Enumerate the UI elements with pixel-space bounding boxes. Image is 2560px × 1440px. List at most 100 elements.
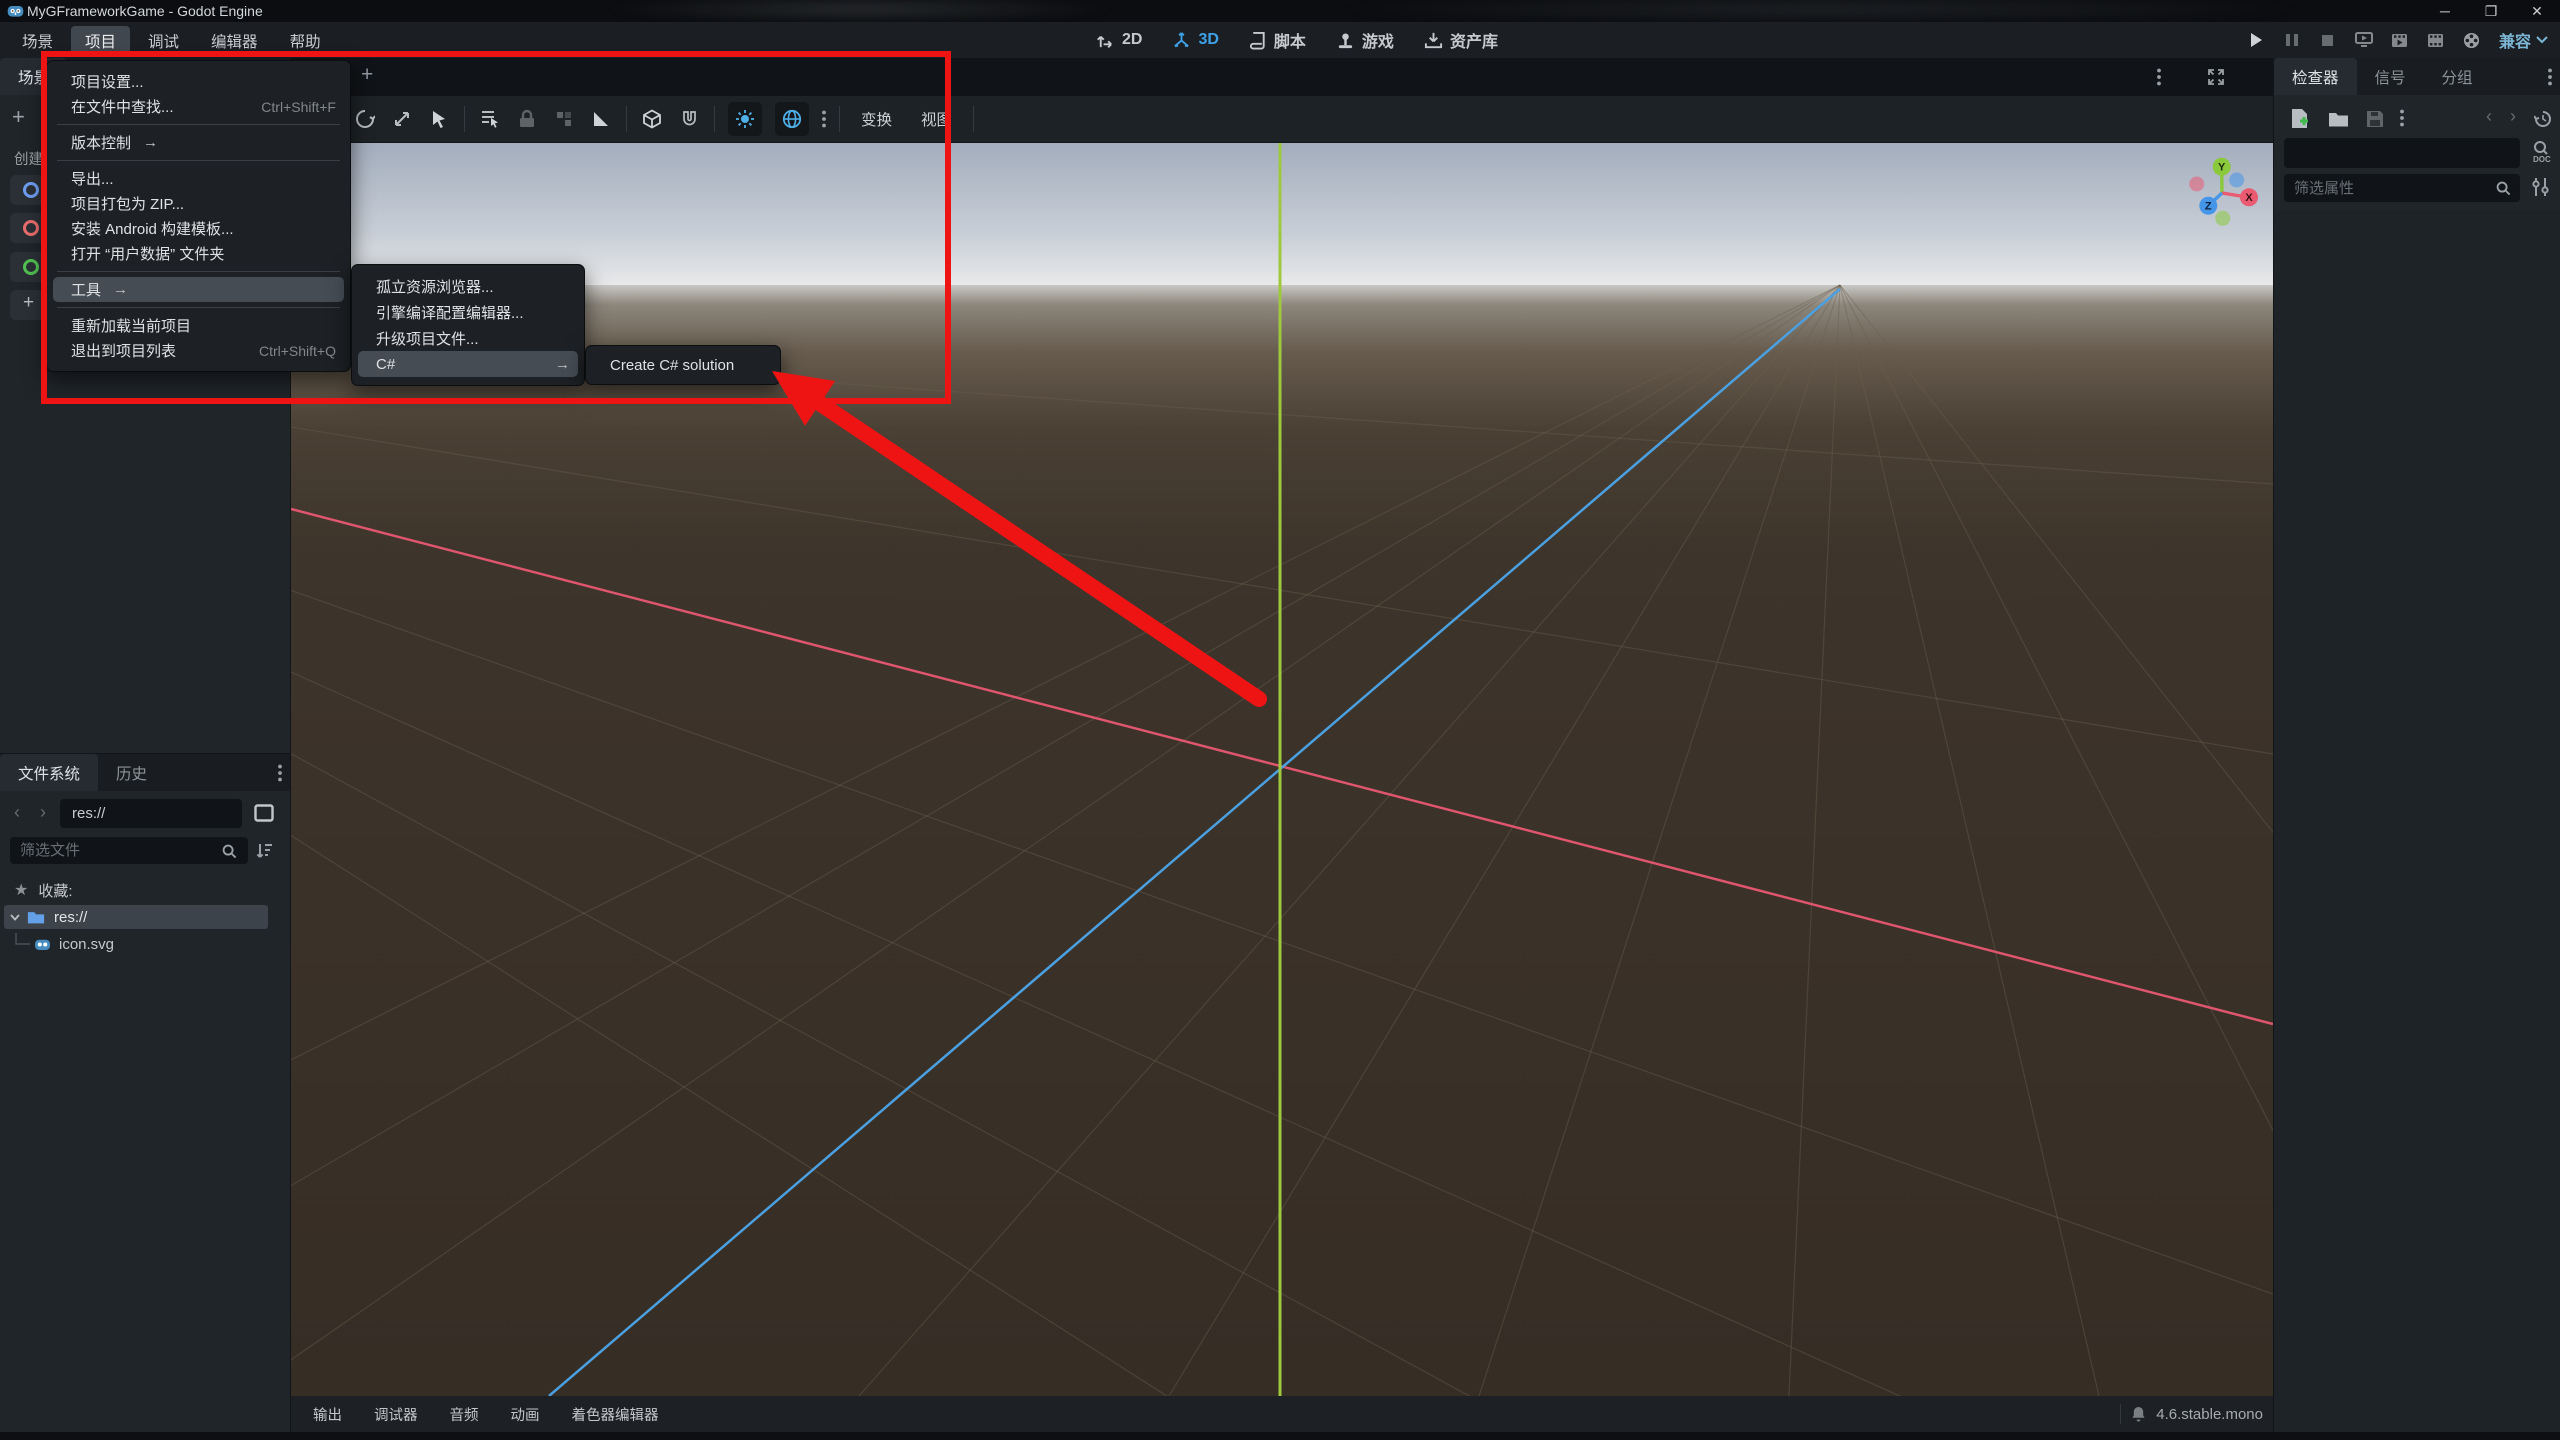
filesystem-menu-kebab-icon[interactable] [278, 764, 282, 782]
menubar-item[interactable]: 帮助 [276, 26, 335, 56]
renderer-selector[interactable]: 兼容 [2495, 28, 2552, 52]
new-resource-icon[interactable] [2290, 108, 2310, 130]
select-list-icon[interactable] [478, 107, 502, 131]
scene-tabs-kebab-icon[interactable] [2157, 68, 2161, 86]
menu-item[interactable]: 项目打包为 ZIP... → [47, 191, 350, 216]
menu-item[interactable]: → [57, 119, 340, 130]
notification-bell-icon[interactable] [2131, 1406, 2146, 1422]
search-icon [222, 844, 237, 859]
save-resource-icon[interactable] [2366, 110, 2384, 128]
tab-inspector[interactable]: 检查器 [2274, 58, 2357, 95]
menu-item[interactable]: 工具 → [53, 277, 344, 302]
tab-signals[interactable]: 信号 [2357, 58, 2424, 95]
menu-item[interactable]: 引擎编译配置编辑器... → [352, 299, 584, 325]
inspector-dock-kebab-icon[interactable] [2548, 68, 2552, 86]
doc-search-button[interactable]: DOC [2530, 140, 2554, 166]
menu-item[interactable]: 退出到项目列表 Ctrl+Shift+Q → [47, 338, 350, 363]
expand-viewport-icon[interactable] [2207, 68, 2225, 86]
fs-back-button[interactable]: ‹ [14, 802, 20, 823]
lighting-kebab-icon[interactable] [822, 110, 826, 128]
scale-tool-icon[interactable] [390, 107, 414, 131]
history-forward-button[interactable]: › [2510, 106, 2516, 127]
object-history-icon[interactable] [2534, 110, 2552, 128]
menu-item[interactable]: 孤立资源浏览器... → [352, 273, 584, 299]
ruler-icon[interactable] [589, 107, 613, 131]
menu-item[interactable]: 打开 “用户数据” 文件夹 → [47, 241, 350, 266]
resource-options-kebab-icon[interactable] [2400, 109, 2404, 127]
fs-path-field[interactable] [60, 799, 242, 828]
menu-item[interactable]: 在文件中查找... Ctrl+Shift+F → [47, 94, 350, 119]
menu-item[interactable]: 导出... → [47, 166, 350, 191]
gizmo-neg-y[interactable] [2215, 210, 2231, 226]
menubar-item[interactable]: 编辑器 [197, 26, 272, 56]
camera-preview-cube-icon[interactable] [640, 107, 664, 131]
bottom-panel-button[interactable]: 动画 [497, 1398, 554, 1431]
menu-item[interactable]: 安装 Android 构建模板... → [47, 216, 350, 241]
menubar-item[interactable]: 调试 [134, 26, 193, 56]
tree-row-res[interactable]: res:// [4, 905, 268, 929]
tab-game[interactable]: 游戏 [1336, 28, 1394, 52]
tab-assetlib[interactable]: 资产库 [1424, 28, 1498, 52]
navigation-gizmo[interactable]: Y X Z [2172, 143, 2272, 243]
movie-clapper-button[interactable] [2423, 27, 2449, 53]
menu-item[interactable]: C# → [358, 351, 578, 377]
3d-icon [1174, 31, 1190, 47]
transform-menu[interactable]: 变换 [853, 104, 900, 134]
fs-filter-input[interactable] [10, 837, 248, 864]
group-node-icon[interactable] [552, 107, 576, 131]
engine-version[interactable]: 4.6.stable.mono [2156, 1406, 2263, 1423]
tab-3d[interactable]: 3D [1172, 31, 1219, 50]
menu-item[interactable]: 重新加载当前项目 → [47, 313, 350, 338]
expander-down-icon[interactable] [10, 913, 20, 921]
toolbar-separator [839, 106, 840, 132]
tab-script[interactable]: 脚本 [1249, 28, 1306, 52]
play-custom-scene-button[interactable] [2387, 27, 2413, 53]
svg-text:X: X [2245, 192, 2253, 204]
add-scene-tab-button[interactable]: + [361, 63, 373, 87]
tab-filesystem[interactable]: 文件系统 [0, 754, 99, 791]
menu-item[interactable]: → [57, 302, 340, 313]
play-button[interactable] [2243, 27, 2269, 53]
movie-maker-button[interactable] [2459, 27, 2485, 53]
stop-button[interactable] [2315, 27, 2341, 53]
manage-properties-sliders-icon[interactable] [2532, 177, 2550, 197]
add-node-button[interactable]: + [12, 104, 25, 130]
history-back-button[interactable]: ‹ [2486, 106, 2492, 127]
snap-magnet-icon[interactable] [677, 107, 701, 131]
bottom-panel-button[interactable]: 着色器编辑器 [558, 1398, 673, 1431]
bottom-panel-button[interactable]: 音频 [436, 1398, 493, 1431]
close-button[interactable]: ✕ [2514, 0, 2560, 22]
tab-2d[interactable]: 2D [1096, 31, 1142, 50]
menu-item[interactable]: 升级项目文件... → [352, 325, 584, 351]
select-tool-icon[interactable] [427, 107, 451, 131]
view-menu[interactable]: 视图 [913, 104, 960, 134]
sort-icon[interactable] [256, 842, 274, 859]
lock-node-icon[interactable] [515, 107, 539, 131]
tree-row-iconsvg[interactable]: icon.svg [4, 932, 268, 956]
pause-button[interactable] [2279, 27, 2305, 53]
minimize-button[interactable]: ─ [2422, 0, 2468, 22]
inspector-filter-input[interactable] [2284, 174, 2520, 202]
maximize-button[interactable]: ❐ [2468, 0, 2514, 22]
menubar-item[interactable]: 场景 [8, 26, 67, 56]
menubar-item[interactable]: 项目 [71, 26, 131, 56]
3d-viewport[interactable]: Y X Z [291, 143, 2273, 1396]
rotate-tool-icon[interactable] [353, 107, 377, 131]
menu-item[interactable]: 版本控制 → [47, 130, 350, 155]
menu-item-create-csharp-solution[interactable]: Create C# solution [586, 352, 780, 378]
play-scene-button[interactable] [2351, 27, 2377, 53]
tab-history[interactable]: 历史 [98, 754, 165, 791]
preview-environment-toggle[interactable] [775, 102, 809, 136]
preview-sunlight-toggle[interactable] [728, 102, 762, 136]
menu-item[interactable]: → [57, 155, 340, 166]
fs-forward-button[interactable]: › [40, 802, 46, 823]
bottom-panel-button[interactable]: 调试器 [360, 1398, 432, 1431]
load-resource-folder-icon[interactable] [2328, 111, 2349, 128]
bottom-panel-button[interactable]: 输出 [299, 1398, 356, 1431]
gizmo-neg-z[interactable] [2229, 172, 2245, 188]
menu-item[interactable]: 项目设置... → [47, 69, 350, 94]
menu-item[interactable]: → [57, 266, 340, 277]
gizmo-neg-x[interactable] [2189, 176, 2205, 192]
tab-groups[interactable]: 分组 [2424, 58, 2491, 95]
split-view-toggle-icon[interactable] [254, 804, 274, 822]
